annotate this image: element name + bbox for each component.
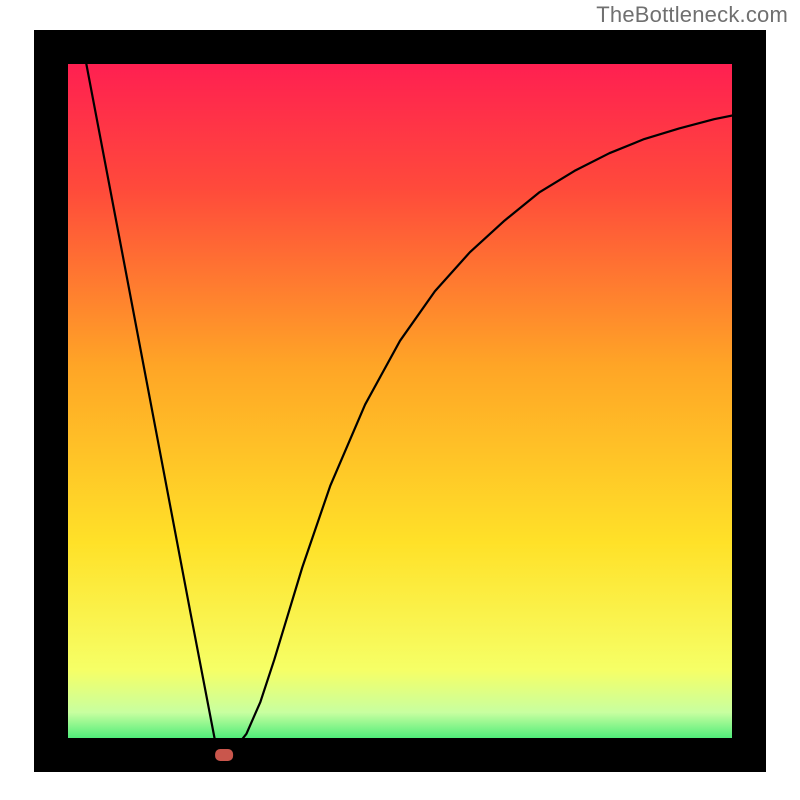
chart-frame: TheBottleneck.com [0,0,800,800]
bottleneck-chart [0,0,800,800]
attribution-label: TheBottleneck.com [596,2,788,28]
optimum-marker [215,749,233,761]
plot-background [51,47,749,755]
